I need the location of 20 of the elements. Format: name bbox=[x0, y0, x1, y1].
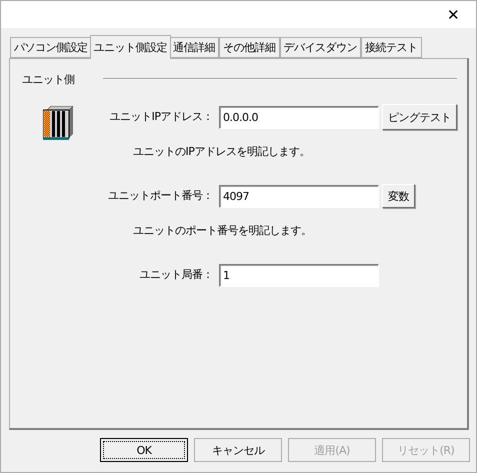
input-field[interactable]: 4097 bbox=[219, 184, 379, 208]
dialog-button[interactable]: OK bbox=[100, 438, 188, 462]
tab[interactable]: デバイスダウン bbox=[280, 37, 361, 58]
tab[interactable]: ユニット側設定 bbox=[90, 35, 171, 59]
field-label: ユニット局番： bbox=[138, 267, 213, 283]
group-title: ユニット側 bbox=[22, 72, 74, 86]
field-description: ユニットのポート番号を明記します。 bbox=[132, 223, 312, 239]
tab[interactable]: 接続テスト bbox=[361, 37, 422, 58]
dialog-button[interactable]: キャンセル bbox=[194, 438, 282, 462]
unit-rack-icon bbox=[43, 106, 73, 140]
side-button[interactable]: 変数 bbox=[382, 184, 415, 208]
input-field[interactable]: 1 bbox=[219, 264, 379, 286]
field-label: ユニットポート番号： bbox=[107, 188, 213, 204]
side-button[interactable]: ピングテスト bbox=[382, 104, 457, 130]
field-label: ユニットIPアドレス： bbox=[108, 109, 213, 125]
tab[interactable]: 通信詳細 bbox=[169, 37, 219, 58]
input-field[interactable]: 0.0.0.0 bbox=[219, 106, 379, 128]
tab[interactable]: その他詳細 bbox=[219, 37, 280, 58]
tab[interactable]: パソコン側設定 bbox=[10, 37, 92, 58]
field-description: ユニットのIPアドレスを明記します。 bbox=[132, 144, 311, 160]
